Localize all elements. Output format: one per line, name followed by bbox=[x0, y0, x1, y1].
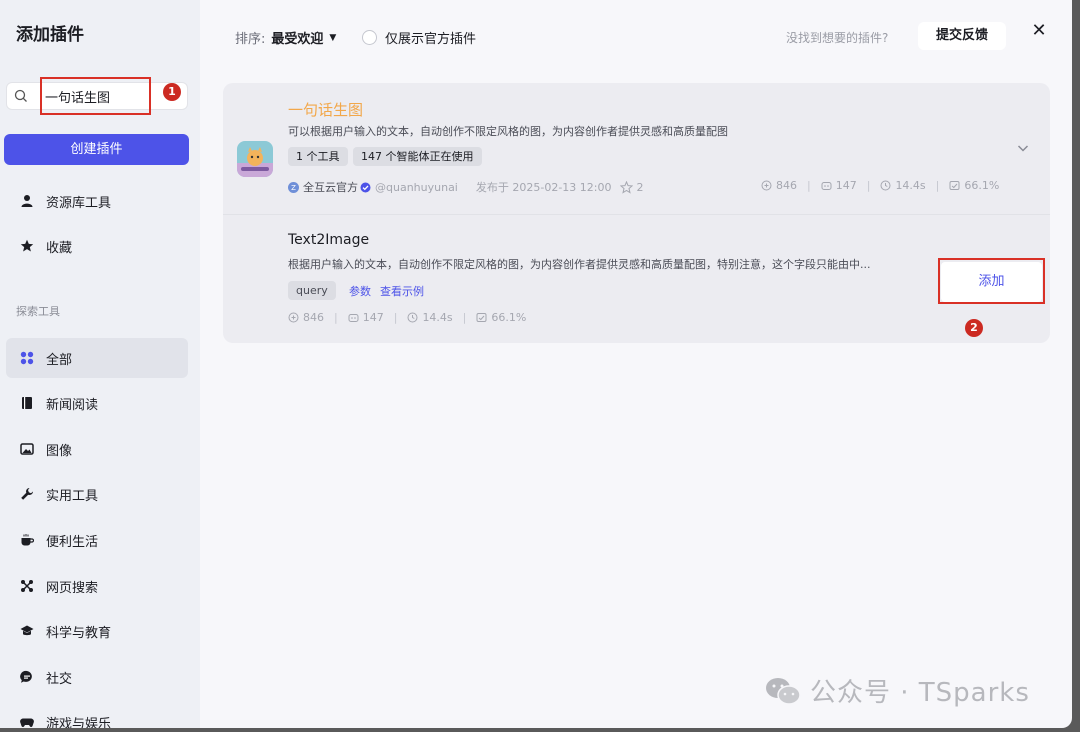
latency-value: 14.4s bbox=[895, 179, 926, 192]
success-rate-icon bbox=[476, 313, 487, 322]
sidebar-item-label: 便利生活 bbox=[46, 534, 99, 550]
bots-count: 147 bbox=[835, 179, 857, 192]
sidebar-item-label: 图像 bbox=[46, 443, 73, 459]
sidebar-item-all[interactable]: 全部 bbox=[6, 338, 188, 378]
sidebar-item-news[interactable]: 新闻阅读 bbox=[6, 383, 188, 423]
sort-control[interactable]: 排序: 最受欢迎 ▼ bbox=[235, 28, 336, 47]
add-plugin-dialog: 添加插件 1 创建插件 资源库工具 收藏 探索工具 全部 新闻阅读 图像 bbox=[0, 0, 1072, 728]
plugin-meta: Z 全互云官方 @quanhuyunai 发布于 2025-02-13 12:0… bbox=[288, 179, 644, 195]
tool-stats: 846 | 147 | 14.4s | 66.1% bbox=[288, 311, 526, 324]
sort-select[interactable]: 最受欢迎 bbox=[271, 28, 323, 47]
star-icon bbox=[20, 239, 34, 252]
wechat-icon bbox=[766, 677, 801, 705]
success-rate-value: 66.1% bbox=[491, 311, 527, 324]
clock-icon bbox=[407, 312, 418, 323]
watermark: 公众号 · TSparks bbox=[764, 672, 1030, 709]
plugin-card: 一句话生图 可以根据用户输入的文本，自动创作不限定风格的图，为内容创作者提供灵感… bbox=[223, 83, 1050, 343]
sort-label: 排序: bbox=[235, 32, 266, 47]
publish-date: 发布于 2025-02-13 12:00 bbox=[475, 181, 612, 194]
person-icon bbox=[21, 195, 33, 207]
plugin-header[interactable]: 一句话生图 可以根据用户输入的文本，自动创作不限定风格的图，为内容创作者提供灵感… bbox=[223, 83, 1050, 214]
plugin-avatar bbox=[237, 141, 273, 177]
network-icon bbox=[21, 580, 33, 592]
tool-title: Text2Image bbox=[288, 232, 370, 248]
radio-button[interactable] bbox=[362, 30, 377, 45]
latency-value: 14.4s bbox=[422, 311, 453, 324]
caret-down-icon: ▼ bbox=[329, 32, 337, 43]
book-icon bbox=[22, 397, 32, 409]
tool-description: 根据用户输入的文本，自动创作不限定风格的图，为内容创作者提供灵感和高质量配图，特… bbox=[288, 258, 871, 271]
view-example-link[interactable]: 查看示例 bbox=[380, 283, 424, 299]
chat-icon bbox=[20, 670, 32, 683]
wrench-icon bbox=[21, 488, 33, 500]
graduation-cap-icon bbox=[20, 625, 34, 636]
sidebar-item-label: 全部 bbox=[46, 352, 73, 368]
search-box[interactable] bbox=[6, 82, 188, 110]
star-count: 2 bbox=[636, 180, 644, 194]
sidebar-item-label: 社交 bbox=[46, 671, 73, 687]
calls-count: 846 bbox=[303, 311, 324, 324]
tool-count-tag: 1 个工具 bbox=[288, 147, 348, 166]
sidebar-item-lifestyle[interactable]: 便利生活 bbox=[6, 520, 188, 560]
sidebar-item-label: 游戏与娱乐 bbox=[46, 716, 112, 729]
publisher-handle: @quanhuyunai bbox=[375, 180, 458, 194]
calls-icon bbox=[761, 180, 772, 191]
official-only-label: 仅展示官方插件 bbox=[385, 32, 477, 47]
sidebar-item-image[interactable]: 图像 bbox=[6, 429, 188, 469]
section-label-explore: 探索工具 bbox=[16, 305, 60, 318]
gamepad-icon bbox=[20, 718, 34, 727]
publisher-logo-icon: Z bbox=[288, 181, 299, 193]
grid-icon bbox=[20, 351, 34, 365]
sidebar-item-label: 科学与教育 bbox=[46, 625, 112, 641]
sidebar-item-games[interactable]: 游戏与娱乐 bbox=[6, 702, 188, 728]
search-icon bbox=[14, 89, 27, 102]
divider bbox=[223, 214, 1050, 215]
close-icon[interactable]: ✕ bbox=[1028, 20, 1050, 42]
star-outline-icon bbox=[619, 180, 633, 194]
sidebar-item-label: 新闻阅读 bbox=[46, 397, 99, 413]
add-tool-button[interactable]: 添加 bbox=[941, 262, 1042, 302]
sidebar-item-library[interactable]: 资源库工具 bbox=[6, 181, 188, 221]
cup-icon bbox=[21, 534, 34, 546]
annotation-badge-1: 1 bbox=[163, 83, 181, 101]
sidebar-item-science[interactable]: 科学与教育 bbox=[6, 611, 188, 651]
watermark-text: 公众号 · TSparks bbox=[810, 678, 1030, 708]
sidebar-item-social[interactable]: 社交 bbox=[6, 657, 188, 697]
calls-icon bbox=[288, 312, 299, 323]
params-link[interactable]: 参数 bbox=[349, 283, 371, 299]
official-only-toggle[interactable]: 仅展示官方插件 bbox=[362, 28, 476, 47]
bots-count: 147 bbox=[362, 311, 384, 324]
publisher-name: 全互云官方 bbox=[303, 181, 358, 194]
bot-icon bbox=[348, 314, 359, 322]
sidebar-item-favorites[interactable]: 收藏 bbox=[6, 226, 188, 266]
plugin-stats: 846 | 147 | 14.4s | 66.1% bbox=[761, 179, 999, 192]
success-rate-value: 66.1% bbox=[964, 179, 1000, 192]
svg-text:Z: Z bbox=[291, 184, 296, 192]
image-icon bbox=[20, 443, 34, 455]
sidebar-item-label: 实用工具 bbox=[46, 488, 99, 504]
not-found-hint: 没找到想要的插件? bbox=[786, 31, 889, 45]
annotation-badge-2: 2 bbox=[965, 319, 983, 337]
calls-count: 846 bbox=[776, 179, 797, 192]
sidebar-item-web-search[interactable]: 网页搜索 bbox=[6, 566, 188, 606]
search-input[interactable] bbox=[45, 86, 151, 106]
plugin-description: 可以根据用户输入的文本，自动创作不限定风格的图，为内容创作者提供灵感和高质量配图 bbox=[288, 125, 728, 138]
bot-icon bbox=[821, 182, 832, 190]
feedback-button[interactable]: 提交反馈 bbox=[918, 22, 1006, 50]
main-panel: 排序: 最受欢迎 ▼ 仅展示官方插件 没找到想要的插件? 提交反馈 ✕ 一句话生… bbox=[200, 0, 1072, 728]
dialog-title: 添加插件 bbox=[16, 25, 84, 45]
success-rate-icon bbox=[949, 181, 960, 190]
plugin-title: 一句话生图 bbox=[288, 101, 364, 119]
sidebar-item-utilities[interactable]: 实用工具 bbox=[6, 474, 188, 514]
sidebar: 添加插件 1 创建插件 资源库工具 收藏 探索工具 全部 新闻阅读 图像 bbox=[0, 0, 200, 728]
clock-icon bbox=[880, 180, 891, 191]
sidebar-item-label: 资源库工具 bbox=[46, 195, 112, 211]
sidebar-item-label: 网页搜索 bbox=[46, 580, 99, 596]
verified-badge-icon bbox=[360, 182, 371, 192]
usage-count-tag: 147 个智能体正在使用 bbox=[353, 147, 482, 166]
chevron-down-icon[interactable] bbox=[1016, 141, 1030, 155]
create-plugin-button[interactable]: 创建插件 bbox=[4, 134, 189, 165]
sidebar-item-label: 收藏 bbox=[46, 240, 73, 256]
param-tag: query bbox=[288, 281, 336, 300]
